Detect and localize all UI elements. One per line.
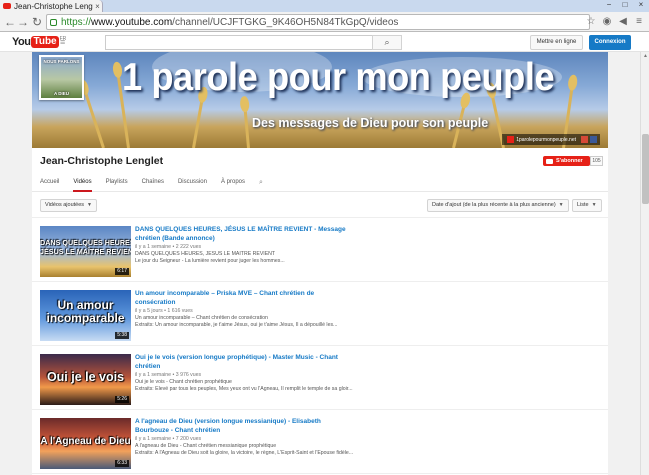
video-item: DANS QUELQUES HEURES JÉSUS LE MAÎTRE REV… xyxy=(32,218,608,282)
tab-playlists[interactable]: Playlists xyxy=(106,177,128,192)
channel-content: Vidéos ajoutées ▼ Date d'ajout (de la plu… xyxy=(32,192,608,475)
video-description: Un amour incomparable – Chant chrétien d… xyxy=(135,315,268,321)
video-thumbnail[interactable]: DANS QUELQUES HEURES JÉSUS LE MAÎTRE REV… xyxy=(40,226,131,277)
youtube-favicon-icon xyxy=(3,3,11,9)
chevron-down-icon: ▼ xyxy=(558,202,564,208)
tab-title: Jean-Christophe Lenglet xyxy=(14,1,93,11)
tab-chaines[interactable]: Chaînes xyxy=(142,177,164,192)
url-text: https://www.youtube.com/channel/UCJFTGKG… xyxy=(61,16,399,28)
search-button[interactable]: ⌕ xyxy=(372,35,402,50)
channel-search-icon[interactable]: ⌕ xyxy=(259,177,263,192)
video-meta: il y a 5 jours • 1 616 vues xyxy=(135,308,193,314)
reload-icon[interactable]: ↻ xyxy=(30,14,44,30)
scrollbar-thumb[interactable] xyxy=(642,134,649,204)
google-plus-icon[interactable] xyxy=(581,136,588,143)
back-arrow-icon[interactable]: ← xyxy=(3,14,17,30)
video-description: A l'agneau de Dieu - Chant chrétien mess… xyxy=(135,443,277,449)
banner-subtitle: Des messages de Dieu pour son peuple xyxy=(252,116,489,130)
signin-button[interactable]: Connexion xyxy=(589,35,631,50)
star-icon[interactable]: ☆ xyxy=(585,15,597,29)
video-description: Oui je le vois - Chant chrétien prophéti… xyxy=(135,379,232,385)
browser-extension-icons: ☆ ◉ ◀ ≡ xyxy=(585,15,645,29)
channel-avatar[interactable]: NOUS PARLONS A DIEU xyxy=(39,55,84,100)
browser-tab[interactable]: Jean-Christophe Lenglet × xyxy=(0,0,103,12)
video-item: A l'Agneau de Dieu 6:33 A l'agneau de Di… xyxy=(32,410,608,474)
channel-title[interactable]: Jean-Christophe Lenglet xyxy=(40,155,163,167)
banner-title: 1 parole pour mon peuple xyxy=(122,56,555,99)
video-title-link[interactable]: Oui je le vois (version longue prophétiq… xyxy=(135,353,355,371)
video-description: DANS QUELQUES HEURES, JÉSUS LE MAÎTRE RE… xyxy=(135,251,276,257)
tab-a-propos[interactable]: À propos xyxy=(221,177,245,192)
address-bar[interactable]: https://www.youtube.com/channel/UCJFTGKG… xyxy=(46,14,590,30)
filter-dropdown[interactable]: Vidéos ajoutées ▼ xyxy=(40,199,97,212)
banner-links: 1parolepourmonpeuple.net xyxy=(502,134,600,145)
page-scrollbar[interactable]: ▲ xyxy=(640,52,649,475)
audio-icon[interactable]: ◀ xyxy=(617,15,629,29)
avatar-top-text: NOUS PARLONS xyxy=(43,59,80,64)
facebook-icon[interactable] xyxy=(590,136,597,143)
menu-icon[interactable]: ≡ xyxy=(633,15,645,29)
banner-wheat xyxy=(243,108,250,148)
scroll-up-arrow-icon[interactable]: ▲ xyxy=(641,52,649,60)
browser-toolbar: ← → ↻ https://www.youtube.com/channel/UC… xyxy=(0,12,649,32)
tab-discussion[interactable]: Discussion xyxy=(178,177,207,192)
video-thumbnail[interactable]: Un amour incomparable 5:38 xyxy=(40,290,131,341)
chevron-down-icon: ▼ xyxy=(591,202,597,208)
video-title-link[interactable]: A l'agneau de Dieu (version longue messi… xyxy=(135,417,355,435)
video-toolbar: Vidéos ajoutées ▼ Date d'ajout (de la plu… xyxy=(32,192,608,218)
video-thumbnail[interactable]: A l'Agneau de Dieu 6:33 xyxy=(40,418,131,469)
channel-banner: 1 parole pour mon peuple Des messages de… xyxy=(32,52,608,148)
maximize-icon[interactable]: □ xyxy=(617,0,633,10)
video-thumbnail[interactable]: Oui je le vois 5:26 xyxy=(40,354,131,405)
sort-dropdown[interactable]: Date d'ajout (de la plus récente à la pl… xyxy=(427,199,569,212)
channel-header: Jean-Christophe Lenglet S'abonner 105 Ac… xyxy=(32,148,608,192)
youtube-masthead: You Tube FR ≡ ⌕ Mettre en ligne Connexio… xyxy=(0,32,649,52)
guide-menu-icon[interactable]: ≡ xyxy=(60,37,65,47)
video-duration: 6:17 xyxy=(115,268,129,275)
video-description: Extraits: Élevé par tous les peuples, Me… xyxy=(135,386,353,392)
video-duration: 6:33 xyxy=(115,460,129,467)
website-link-icon[interactable] xyxy=(507,136,515,143)
close-tab-icon[interactable]: × xyxy=(93,2,102,11)
video-duration: 5:26 xyxy=(115,396,129,403)
video-title-link[interactable]: Un amour incomparable – Priska MVE – Cha… xyxy=(135,289,355,307)
channel-tabs: Accueil Vidéos Playlists Chaînes Discuss… xyxy=(40,177,263,192)
banner-wheat xyxy=(192,98,204,148)
forward-arrow-icon[interactable]: → xyxy=(16,14,30,30)
video-description: Extraits: Un amour incomparable, je t'ai… xyxy=(135,322,338,328)
upload-button[interactable]: Mettre en ligne xyxy=(530,35,583,50)
window-controls: − □ × xyxy=(601,0,649,10)
search-icon: ⌕ xyxy=(384,37,390,47)
video-meta: il y a 1 semaine • 3 976 vues xyxy=(135,372,202,378)
tab-videos[interactable]: Vidéos xyxy=(73,177,92,192)
video-item: Un amour incomparable 5:38 Un amour inco… xyxy=(32,282,608,346)
subscribe-button[interactable]: S'abonner xyxy=(543,156,590,166)
banner-wheat xyxy=(83,90,105,148)
chevron-down-icon: ▼ xyxy=(87,202,92,208)
close-window-icon[interactable]: × xyxy=(633,0,649,10)
website-link[interactable]: 1parolepourmonpeuple.net xyxy=(516,137,576,143)
avatar-bottom-text: A DIEU xyxy=(53,91,70,96)
subscriber-count: 105 xyxy=(590,156,603,166)
youtube-play-icon xyxy=(546,158,553,164)
video-meta: il y a 1 semaine • 7 200 vues xyxy=(135,436,202,442)
lock-icon xyxy=(50,18,57,26)
video-description: Extraits: A l'Agneau de Dieu soit la glo… xyxy=(135,450,354,456)
browser-tabstrip: Jean-Christophe Lenglet × − □ × xyxy=(0,0,649,12)
tab-accueil[interactable]: Accueil xyxy=(40,177,59,192)
search-input[interactable] xyxy=(105,35,373,50)
video-duration: 5:38 xyxy=(115,332,129,339)
extension-icon[interactable]: ◉ xyxy=(601,15,613,29)
view-dropdown[interactable]: Liste ▼ xyxy=(572,199,602,212)
video-title-link[interactable]: DANS QUELQUES HEURES, JÉSUS LE MAÎTRE RE… xyxy=(135,225,355,243)
video-meta: il y a 1 semaine • 2 222 vues xyxy=(135,244,202,250)
youtube-logo[interactable]: You Tube FR xyxy=(12,36,66,48)
video-item: Oui je le vois 5:26 Oui je le vois (vers… xyxy=(32,346,608,410)
video-description: Le jour du Seigneur - La lumière revient… xyxy=(135,258,285,264)
minimize-icon[interactable]: − xyxy=(601,0,617,10)
